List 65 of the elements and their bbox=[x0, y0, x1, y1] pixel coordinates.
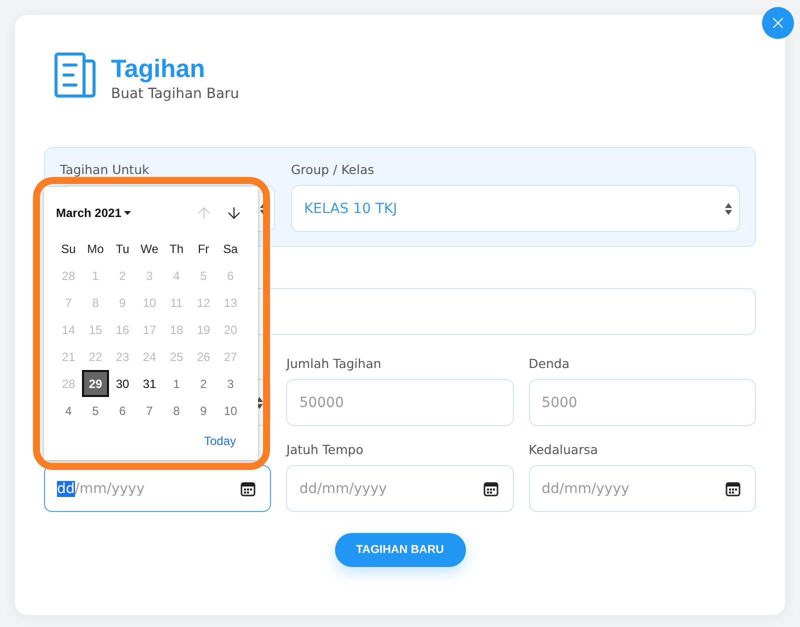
calendar-day[interactable]: 10 bbox=[217, 397, 244, 424]
modal-subtitle: Buat Tagihan Baru bbox=[111, 85, 240, 104]
calendar-day[interactable]: 3 bbox=[217, 370, 244, 397]
calendar-day[interactable]: 3 bbox=[136, 262, 163, 289]
calendar-day[interactable]: 20 bbox=[217, 316, 244, 343]
month-selector[interactable]: March 2021 bbox=[56, 206, 132, 220]
calendar-day[interactable]: 27 bbox=[217, 343, 244, 370]
calendar-day[interactable]: 7 bbox=[136, 397, 163, 424]
calendar-day[interactable]: 23 bbox=[109, 343, 136, 370]
select-field[interactable]: KELAS 10 TKJ bbox=[291, 185, 740, 232]
calendar-day[interactable]: 28 bbox=[55, 370, 82, 397]
weekday-label: Mo bbox=[86, 240, 105, 258]
calendar-day[interactable]: 5 bbox=[82, 397, 109, 424]
calendar-day[interactable]: 9 bbox=[109, 289, 136, 316]
today-link[interactable]: Today bbox=[204, 434, 236, 448]
field-label: Tagihan Untuk bbox=[60, 162, 150, 178]
weekday-label: Fr bbox=[196, 240, 210, 258]
calendar-day[interactable]: 26 bbox=[190, 343, 217, 370]
weekday-label: Tu bbox=[114, 240, 130, 258]
calendar-day[interactable]: 1 bbox=[163, 370, 190, 397]
calendar-day[interactable]: 24 bbox=[136, 343, 163, 370]
date-field[interactable]: dd/mm/yyyy bbox=[528, 465, 756, 512]
calendar-day[interactable]: 7 bbox=[55, 289, 82, 316]
field-label: Kedaluarsa bbox=[528, 442, 599, 458]
calendar-day[interactable]: 14 bbox=[55, 316, 82, 343]
calendar-day[interactable]: 10 bbox=[136, 289, 163, 316]
calendar-day[interactable]: 8 bbox=[163, 397, 190, 424]
calendar-day[interactable]: 18 bbox=[163, 316, 190, 343]
weekday-label: Th bbox=[168, 240, 184, 258]
field-label: Group / Kelas bbox=[291, 162, 376, 178]
modal-title: Tagihan bbox=[111, 54, 206, 84]
field-label: Jatuh Tempo bbox=[286, 442, 364, 458]
weekday-label: Su bbox=[60, 240, 77, 258]
calendar-day[interactable]: 8 bbox=[82, 289, 109, 316]
calendar-day[interactable]: 19 bbox=[190, 316, 217, 343]
calendar-day[interactable]: 28 bbox=[55, 262, 82, 289]
field-label: Denda bbox=[528, 356, 570, 372]
calendar-day[interactable]: 6 bbox=[109, 397, 136, 424]
calendar-day[interactable]: 2 bbox=[109, 262, 136, 289]
calendar-day[interactable]: 5 bbox=[190, 262, 217, 289]
calendar-day[interactable]: 13 bbox=[217, 289, 244, 316]
weekday-label: Sa bbox=[222, 240, 239, 258]
calendar-day[interactable]: 12 bbox=[190, 289, 217, 316]
weekday-label: We bbox=[140, 240, 160, 258]
calendar-day[interactable]: 6 bbox=[217, 262, 244, 289]
calendar-day[interactable]: 31 bbox=[136, 370, 163, 397]
calendar-day[interactable]: 22 bbox=[82, 343, 109, 370]
calendar-day[interactable]: 30 bbox=[109, 370, 136, 397]
calendar-day[interactable]: 21 bbox=[55, 343, 82, 370]
calendar-day[interactable]: 9 bbox=[190, 397, 217, 424]
calendar-day[interactable]: 1 bbox=[82, 262, 109, 289]
calendar-day[interactable]: 4 bbox=[55, 397, 82, 424]
calendar-day[interactable]: 2 bbox=[190, 370, 217, 397]
calendar-day[interactable]: 11 bbox=[163, 289, 190, 316]
calendar-day[interactable]: 25 bbox=[163, 343, 190, 370]
input-field[interactable]: 50000 bbox=[286, 379, 514, 426]
field-label: Jumlah Tagihan bbox=[286, 356, 382, 372]
date-field[interactable]: dd/mm/yyyy bbox=[286, 465, 514, 512]
calendar-day[interactable]: 16 bbox=[109, 316, 136, 343]
submit-button[interactable]: TAGIHAN BARU bbox=[334, 533, 466, 567]
calendar-day[interactable]: 17 bbox=[136, 316, 163, 343]
calendar-day[interactable]: 15 bbox=[82, 316, 109, 343]
calendar-day[interactable]: 4 bbox=[163, 262, 190, 289]
calendar-day[interactable]: 29 bbox=[82, 370, 109, 397]
input-field[interactable]: 5000 bbox=[528, 379, 756, 426]
